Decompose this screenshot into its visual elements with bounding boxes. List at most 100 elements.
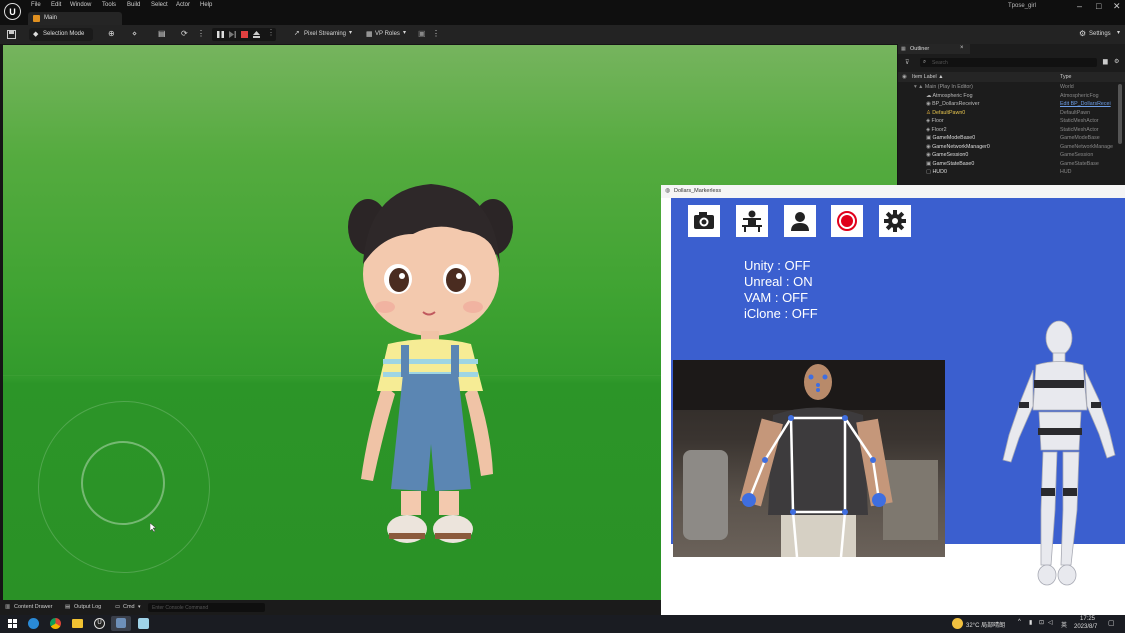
row-label: Atmospheric Fog xyxy=(932,93,973,99)
more-options-icon[interactable]: ⋮ xyxy=(432,29,440,38)
save-icon[interactable] xyxy=(7,30,16,39)
visibility-eye-icon[interactable]: ◉ xyxy=(902,74,907,80)
edge-browser-icon[interactable] xyxy=(28,618,39,629)
outliner-settings-icon[interactable]: ⚙ xyxy=(1114,58,1119,65)
pause-icon[interactable] xyxy=(217,31,224,38)
close-tab-icon[interactable]: × xyxy=(960,45,964,51)
chrome-icon[interactable] xyxy=(50,618,61,629)
menu-file[interactable]: File xyxy=(31,2,41,8)
settings-button[interactable] xyxy=(879,205,911,237)
row-label: GameStateBase0 xyxy=(932,161,975,167)
tree-row[interactable]: ◈ Floor xyxy=(926,118,944,124)
content-drawer-button[interactable]: Content Drawer xyxy=(14,604,53,610)
camera-button[interactable] xyxy=(688,205,720,237)
outliner-header: ◉ Item Label ▲ Type xyxy=(898,72,1125,82)
weather-text[interactable]: 32°C 局部晴朗 xyxy=(966,620,1005,629)
outliner-scrollbar[interactable] xyxy=(1118,84,1122,144)
dollars-app-icon[interactable] xyxy=(138,618,149,629)
output-log-icon: ▤ xyxy=(65,604,71,610)
status-unreal: Unreal : ON xyxy=(744,274,813,289)
cinematics-icon[interactable]: ▤ xyxy=(158,29,166,38)
clock-date[interactable]: 2023/8/7 xyxy=(1074,624,1097,630)
row-type: DefaultPawn xyxy=(1060,110,1091,116)
tree-row[interactable]: ◉ GameNetworkManager0 xyxy=(926,144,990,150)
menu-help[interactable]: Help xyxy=(200,2,212,8)
user-button[interactable] xyxy=(784,205,816,237)
blueprint-icon[interactable]: ⋄ xyxy=(132,29,137,38)
stop-icon[interactable] xyxy=(241,31,248,38)
tree-row[interactable]: ▣ GameStateBase0 xyxy=(926,161,974,167)
close-button[interactable]: ✕ xyxy=(1113,1,1121,12)
tree-row[interactable]: ◈ Floor2 xyxy=(926,127,947,133)
console-command-input[interactable]: Enter Console Command xyxy=(148,603,265,612)
input-language[interactable]: 英 xyxy=(1061,620,1067,629)
virtual-joystick-thumb[interactable] xyxy=(81,441,165,525)
clock-time[interactable]: 17:25 xyxy=(1080,616,1095,622)
modes-icon[interactable]: ⟳ xyxy=(181,29,188,38)
level-icon xyxy=(33,15,40,22)
cmd-icon: ▭ xyxy=(115,604,121,610)
tree-row[interactable]: ◉ BP_DollarsReceiver xyxy=(926,101,980,107)
add-actor-icon[interactable]: ⊕ xyxy=(108,29,115,38)
control-panel: Unity : OFF Unreal : ON VAM : OFF iClone… xyxy=(671,198,1125,586)
cmd-dropdown[interactable]: Cmd xyxy=(123,604,135,610)
file-explorer-icon[interactable] xyxy=(72,619,83,628)
unreal-engine-icon[interactable]: U xyxy=(94,618,105,629)
status-name: VAM xyxy=(744,290,772,305)
maximize-button[interactable]: □ xyxy=(1096,1,1101,11)
vp-roles-button[interactable]: VP Roles xyxy=(375,31,400,37)
speaker-icon[interactable]: ◁ xyxy=(1048,619,1053,626)
tray-chevron-icon[interactable]: ^ xyxy=(1018,619,1021,625)
record-button[interactable] xyxy=(831,205,863,237)
frame-skip-icon[interactable] xyxy=(229,31,236,38)
add-folder-icon[interactable]: ▆ xyxy=(1103,58,1108,65)
platforms-icon[interactable]: ▣ xyxy=(418,29,426,38)
play-options-icon[interactable]: ⋮ xyxy=(267,28,275,37)
output-log-button[interactable]: Output Log xyxy=(74,604,101,610)
menu-tools[interactable]: Tools xyxy=(102,2,116,8)
edit-blueprint-link[interactable]: Edit BP_DollarsRecei xyxy=(1060,101,1111,107)
network-icon[interactable]: ⊡ xyxy=(1039,619,1044,626)
dropdown-chevron-icon: ▾ xyxy=(403,30,407,36)
row-type: HUD xyxy=(1060,169,1072,175)
minimize-button[interactable]: – xyxy=(1077,1,1082,11)
row-type: StaticMeshActor xyxy=(1060,127,1099,133)
pixel-streaming-button[interactable]: Pixel Streaming xyxy=(304,31,346,37)
settings-button[interactable]: Settings xyxy=(1089,31,1111,37)
column-type[interactable]: Type xyxy=(1060,74,1071,80)
app-cube-icon[interactable] xyxy=(116,618,126,628)
selection-mode-dropdown[interactable]: ◆ Selection Mode xyxy=(29,28,93,41)
menu-window[interactable]: Window xyxy=(70,2,91,8)
menu-edit[interactable]: Edit xyxy=(51,2,61,8)
outliner-tab[interactable]: ▦ Outliner × xyxy=(898,44,970,54)
unreal-logo-icon[interactable]: U xyxy=(4,3,21,20)
menu-actor[interactable]: Actor xyxy=(176,2,190,8)
tab-main[interactable]: Main xyxy=(28,12,122,25)
tree-row[interactable]: ◉ GameSession0 xyxy=(926,152,968,158)
mannequin-avatar xyxy=(1002,320,1116,586)
more-options-icon[interactable]: ⋮ xyxy=(197,29,205,38)
tree-row[interactable]: ▢ HUD0 xyxy=(926,169,947,175)
menu-select[interactable]: Select xyxy=(151,2,168,8)
record-icon xyxy=(837,211,857,231)
eject-icon[interactable] xyxy=(253,31,260,38)
column-item-label[interactable]: Item Label ▲ xyxy=(912,74,943,80)
mouse-cursor-icon xyxy=(150,523,157,533)
windows-start-icon[interactable] xyxy=(8,619,17,628)
usb-icon[interactable]: ▮ xyxy=(1029,619,1032,626)
search-placeholder: Search xyxy=(932,60,948,66)
filter-icon[interactable]: ⊽ xyxy=(905,59,909,66)
expand-arrow-icon: ▾ ▲ xyxy=(914,84,925,90)
notification-icon[interactable]: ▢ xyxy=(1108,619,1115,627)
outliner-title: Outliner xyxy=(910,46,930,52)
outliner-search-input[interactable]: ⌕ Search xyxy=(920,58,1097,67)
tree-row[interactable]: ☁ Atmospheric Fog xyxy=(926,93,973,99)
menu-build[interactable]: Build xyxy=(127,2,140,8)
outliner-tree: ▾ ▲ Main (Play In Editor) World ☁ Atmosp… xyxy=(898,84,1125,185)
girl-character-model[interactable] xyxy=(343,179,513,549)
tree-row-world[interactable]: ▾ ▲ Main (Play In Editor) xyxy=(914,84,973,90)
row-label: HUD0 xyxy=(932,169,947,175)
tree-row[interactable]: ▣ GameModeBase0 xyxy=(926,135,975,141)
presenter-button[interactable] xyxy=(736,205,768,237)
tree-row-selected[interactable]: ♙ DefaultPawn0 xyxy=(926,110,965,116)
